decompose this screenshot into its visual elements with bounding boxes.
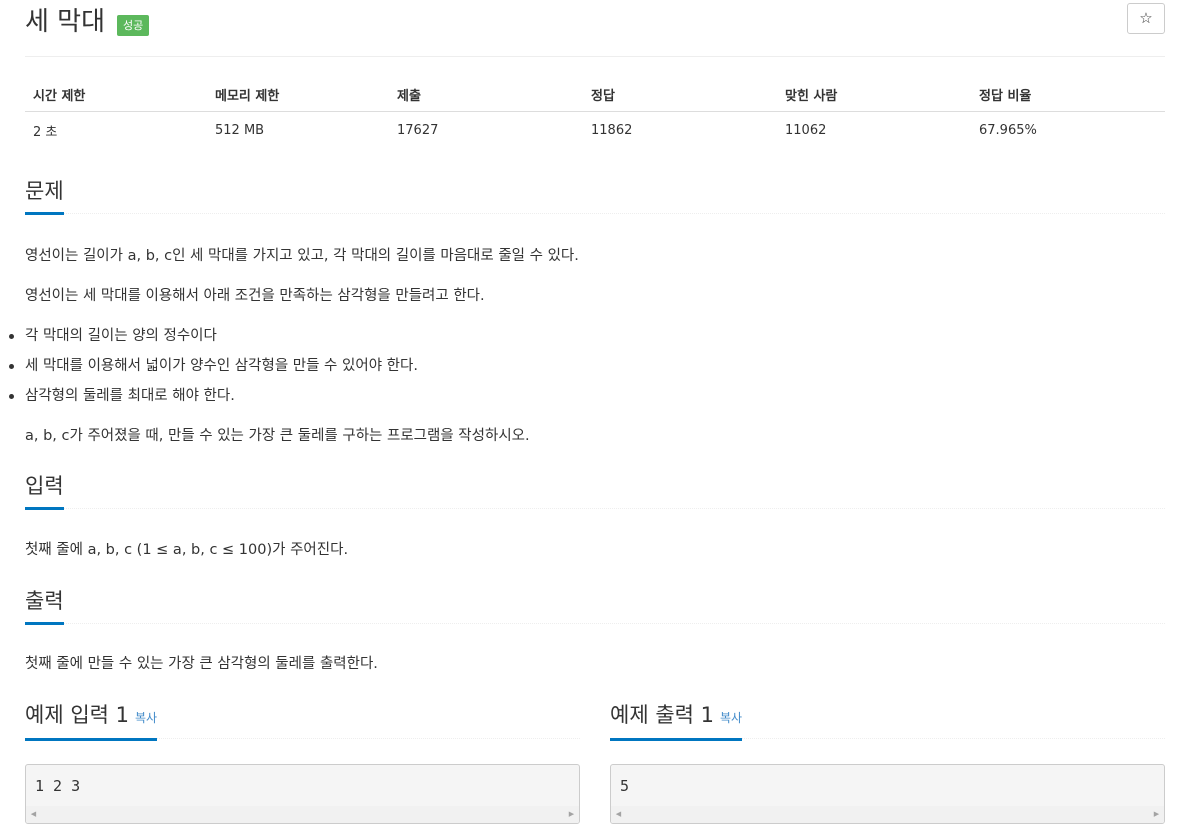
time-limit-value: 2 초 bbox=[33, 124, 58, 140]
sample-input-scrollbar[interactable]: ◀ ▶ bbox=[26, 806, 579, 823]
scrollbar-thumb[interactable] bbox=[626, 809, 1149, 820]
info-value-row: 2 초 512 MB 17627 11862 11062 67.965% bbox=[25, 112, 1165, 149]
sample-input-header: 예제 입력 1 복사 bbox=[25, 700, 580, 741]
sample-input-title: 예제 입력 1 bbox=[25, 703, 129, 727]
condition-item: 세 막대를 이용해서 넓이가 양수인 삼각형을 만들 수 있어야 한다. bbox=[9, 355, 418, 385]
sample-output-text: 5 bbox=[620, 777, 630, 795]
sample-output-title: 예제 출력 1 bbox=[610, 703, 714, 727]
memory-limit-value: 512 MB bbox=[215, 122, 265, 138]
sample-output-heading: 예제 출력 1 복사 bbox=[610, 700, 743, 741]
header-solved-users: 맞힌 사람 bbox=[777, 77, 971, 112]
description-paragraph-2: 영선이는 세 막대를 이용해서 아래 조건을 만족하는 삼각형을 만들려고 한다… bbox=[25, 288, 485, 304]
output-section-header: 출력 bbox=[25, 586, 1165, 625]
sample-input-heading: 예제 입력 1 복사 bbox=[25, 700, 158, 741]
sample-output-box[interactable]: 5 ◀ ▶ bbox=[610, 764, 1165, 824]
condition-item: 삼각형의 둘레를 최대로 해야 한다. bbox=[9, 385, 418, 415]
header-submissions: 제출 bbox=[389, 77, 583, 112]
header-memory-limit: 메모리 제한 bbox=[207, 77, 389, 112]
sample-output-header: 예제 출력 1 복사 bbox=[610, 700, 1165, 741]
description-paragraph-1: 영선이는 길이가 a, b, c인 세 막대를 가지고 있고, 각 막대의 길이… bbox=[25, 248, 579, 264]
condition-text: 세 막대를 이용해서 넓이가 양수인 삼각형을 만들 수 있어야 한다. bbox=[25, 358, 418, 374]
scrollbar-thumb[interactable] bbox=[41, 809, 564, 820]
scroll-right-icon[interactable]: ▶ bbox=[1149, 806, 1164, 823]
bullet-dot-icon bbox=[9, 394, 14, 399]
sample-output-scrollbar[interactable]: ◀ ▶ bbox=[611, 806, 1164, 823]
sample-input-text: 1 2 3 bbox=[35, 777, 81, 795]
description-closing: a, b, c가 주어졌을 때, 만들 수 있는 가장 큰 둘레를 구하는 프로… bbox=[25, 428, 530, 444]
input-heading: 입력 bbox=[25, 471, 64, 510]
output-heading: 출력 bbox=[25, 586, 64, 625]
condition-text: 삼각형의 둘레를 최대로 해야 한다. bbox=[25, 388, 235, 404]
scroll-right-icon[interactable]: ▶ bbox=[564, 806, 579, 823]
problem-title: 세 막대 bbox=[25, 7, 106, 37]
status-badge: 성공 bbox=[117, 15, 150, 36]
info-header-row: 시간 제한 메모리 제한 제출 정답 맞힌 사람 정답 비율 bbox=[25, 77, 1165, 112]
accept-ratio-value: 67.965% bbox=[979, 122, 1037, 138]
solved-users-value: 11062 bbox=[785, 122, 827, 138]
input-section-header: 입력 bbox=[25, 471, 1165, 510]
sample-input-panel: 예제 입력 1 복사 1 2 3 ◀ ▶ bbox=[25, 700, 580, 824]
copy-sample-input-link[interactable]: 복사 bbox=[135, 711, 157, 725]
sample-output-panel: 예제 출력 1 복사 5 ◀ ▶ bbox=[610, 700, 1165, 824]
bullet-dot-icon bbox=[9, 334, 14, 339]
header-accept-ratio: 정답 비율 bbox=[971, 77, 1165, 112]
condition-item: 각 막대의 길이는 양의 정수이다 bbox=[9, 325, 418, 355]
scroll-left-icon[interactable]: ◀ bbox=[611, 806, 626, 823]
scroll-left-icon[interactable]: ◀ bbox=[26, 806, 41, 823]
output-description: 첫째 줄에 만들 수 있는 가장 큰 삼각형의 둘레를 출력한다. bbox=[25, 656, 378, 672]
problem-page: 세 막대 성공 ☆ 시간 제한 메모리 제한 제출 정답 맞힌 사람 정답 비율… bbox=[9, 0, 1165, 824]
title-row: 세 막대 성공 ☆ bbox=[25, 0, 1165, 57]
sample-input-box[interactable]: 1 2 3 ◀ ▶ bbox=[25, 764, 580, 824]
condition-text: 각 막대의 길이는 양의 정수이다 bbox=[25, 328, 217, 344]
submissions-value: 17627 bbox=[397, 122, 439, 138]
input-description: 첫째 줄에 a, b, c (1 ≤ a, b, c ≤ 100)가 주어진다. bbox=[25, 542, 349, 558]
condition-list: 각 막대의 길이는 양의 정수이다 세 막대를 이용해서 넓이가 양수인 삼각형… bbox=[9, 325, 418, 415]
accepted-value: 11862 bbox=[591, 122, 633, 138]
favorite-star-button[interactable]: ☆ bbox=[1127, 3, 1165, 34]
bullet-dot-icon bbox=[9, 364, 14, 369]
description-heading: 문제 bbox=[25, 176, 64, 215]
header-time-limit: 시간 제한 bbox=[25, 77, 207, 112]
description-section-header: 문제 bbox=[25, 176, 1165, 215]
problem-info-table: 시간 제한 메모리 제한 제출 정답 맞힌 사람 정답 비율 2 초 512 M… bbox=[25, 77, 1165, 148]
star-icon: ☆ bbox=[1139, 9, 1153, 27]
copy-sample-output-link[interactable]: 복사 bbox=[720, 711, 742, 725]
header-accepted: 정답 bbox=[583, 77, 777, 112]
